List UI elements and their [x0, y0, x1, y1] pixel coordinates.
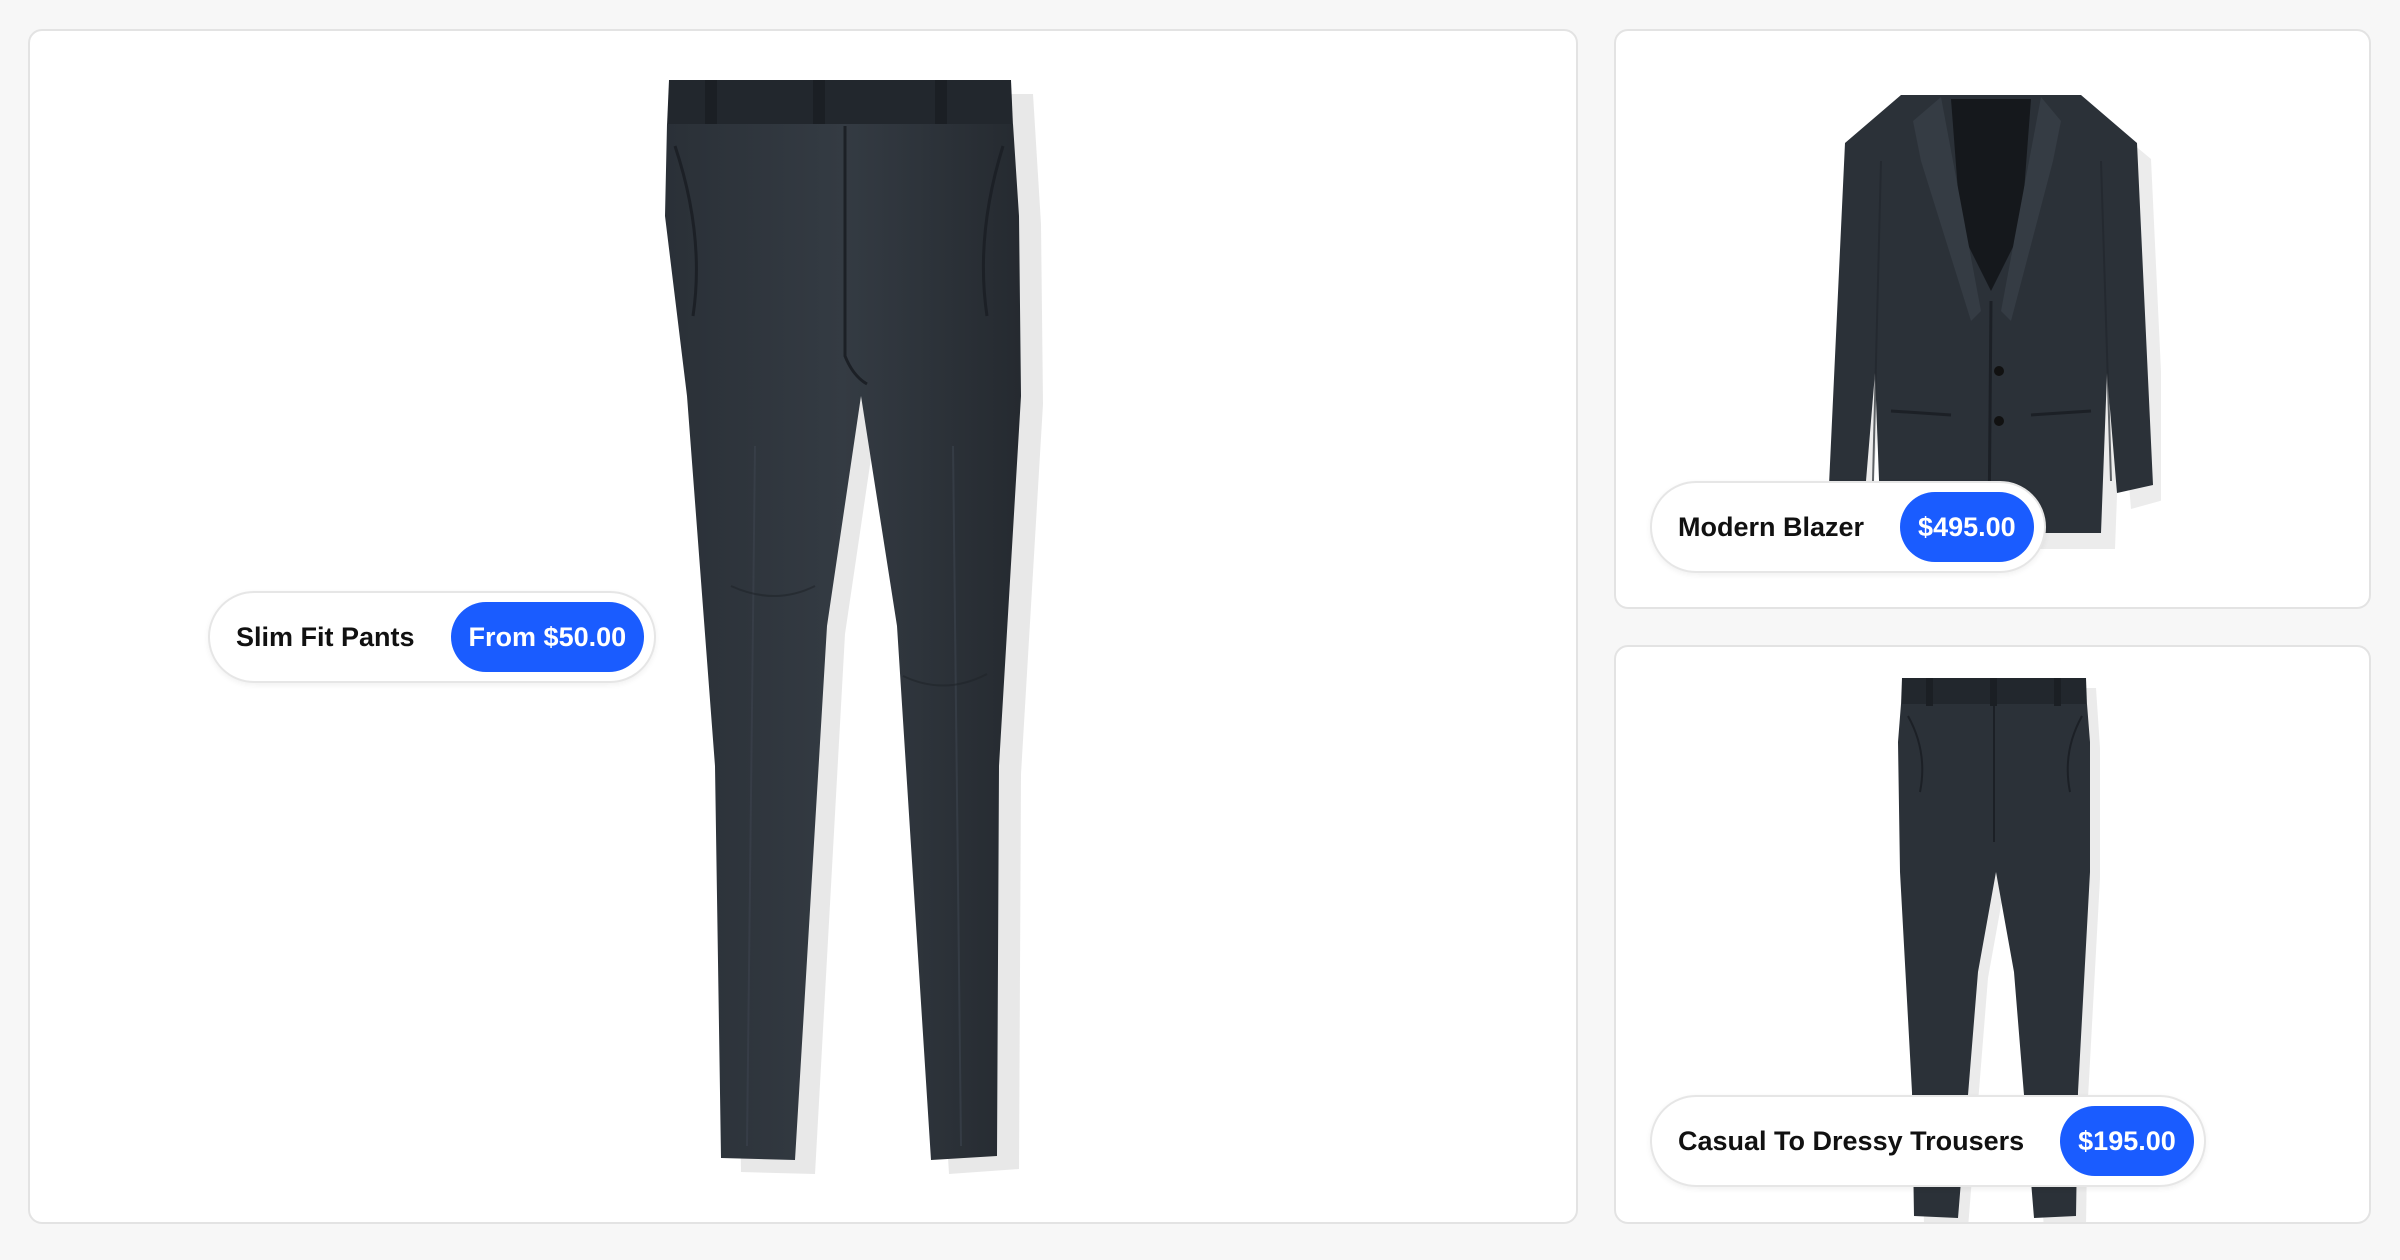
product-name: Slim Fit Pants: [236, 621, 415, 652]
product-tag-modern-blazer[interactable]: Modern Blazer $495.00: [1650, 481, 2046, 573]
price-badge[interactable]: From $50.00: [450, 602, 645, 672]
product-tag-slim-fit-pants[interactable]: Slim Fit Pants From $50.00: [208, 591, 657, 683]
product-card-slim-fit-pants[interactable]: Slim Fit Pants From $50.00: [28, 29, 1578, 1224]
product-name: Modern Blazer: [1678, 511, 1865, 542]
price-badge[interactable]: $195.00: [2060, 1106, 2194, 1176]
product-name: Casual To Dressy Trousers: [1678, 1125, 2025, 1156]
slim-fit-pants-image[interactable]: [635, 66, 1055, 1186]
price-badge[interactable]: $495.00: [1900, 492, 2034, 562]
product-tag-casual-trousers[interactable]: Casual To Dressy Trousers $195.00: [1650, 1095, 2206, 1187]
product-card-casual-trousers[interactable]: Casual To Dressy Trousers $195.00: [1614, 645, 2371, 1224]
product-card-modern-blazer[interactable]: Modern Blazer $495.00: [1614, 29, 2371, 609]
